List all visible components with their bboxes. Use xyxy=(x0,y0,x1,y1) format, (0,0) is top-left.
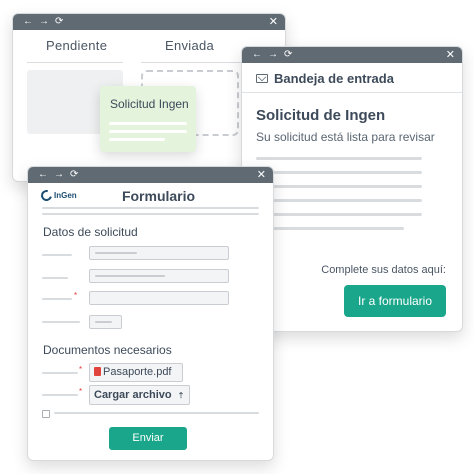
close-icon[interactable]: ✕ xyxy=(257,167,266,183)
request-card[interactable]: Solicitud Ingen xyxy=(100,86,196,152)
section-request-title: Datos de solicitud xyxy=(43,225,138,239)
tab-underline xyxy=(27,62,123,63)
form-window: ← → ⟳ ✕ InGen Formulario Datos de solici… xyxy=(27,166,274,461)
terms-checkbox[interactable] xyxy=(42,410,50,418)
go-to-form-button[interactable]: Ir a formulario xyxy=(344,285,446,317)
tab-pendiente[interactable]: Pendiente xyxy=(46,38,107,53)
reload-icon[interactable]: ⟳ xyxy=(284,47,292,63)
submit-button[interactable]: Enviar xyxy=(109,427,187,450)
message-body-line xyxy=(256,185,422,188)
close-icon[interactable]: ✕ xyxy=(269,14,278,30)
reload-icon[interactable]: ⟳ xyxy=(55,14,63,30)
forward-icon[interactable]: → xyxy=(54,167,64,183)
close-icon[interactable]: ✕ xyxy=(446,47,455,63)
text-field[interactable] xyxy=(89,269,229,283)
terms-text-line xyxy=(54,412,259,414)
message-body-line xyxy=(256,157,422,160)
message-body-line xyxy=(256,227,404,230)
request-card-title: Solicitud Ingen xyxy=(110,97,189,111)
back-icon[interactable]: ← xyxy=(252,47,262,63)
message-body-line xyxy=(256,213,422,216)
card-text-line xyxy=(109,130,187,133)
window-titlebar: ← → ⟳ ✕ xyxy=(13,14,285,30)
required-mark: * xyxy=(74,291,78,300)
message-body-line xyxy=(256,199,422,202)
message-body-line xyxy=(256,171,422,174)
back-icon[interactable]: ← xyxy=(38,167,48,183)
forward-icon[interactable]: → xyxy=(268,47,278,63)
header-line xyxy=(42,213,259,215)
divider xyxy=(242,92,462,93)
back-icon[interactable]: ← xyxy=(23,14,33,30)
header-line xyxy=(42,207,259,209)
card-text-line xyxy=(109,122,187,125)
field-label xyxy=(42,321,80,323)
required-mark: * xyxy=(79,387,83,396)
message-preview: Su solicitud está lista para revisar xyxy=(256,130,435,144)
form-title: Formulario xyxy=(121,188,196,204)
mail-icon xyxy=(256,74,268,83)
form-title-wrap: Formulario xyxy=(28,188,273,204)
window-titlebar: ← → ⟳ ✕ xyxy=(28,167,273,183)
text-field[interactable] xyxy=(89,246,229,260)
reload-icon[interactable]: ⟳ xyxy=(70,167,78,183)
tab-enviada[interactable]: Enviada xyxy=(165,38,214,53)
field-label xyxy=(42,394,78,396)
inbox-title: Bandeja de entrada xyxy=(274,71,394,86)
forward-icon[interactable]: → xyxy=(39,14,49,30)
text-field-required[interactable] xyxy=(89,291,229,305)
pdf-icon xyxy=(94,367,101,376)
message-subject: Solicitud de Ingen xyxy=(256,107,386,124)
upload-button-label: Cargar archivo xyxy=(94,389,172,401)
attached-file[interactable]: Pasaporte.pdf xyxy=(89,363,183,382)
field-label xyxy=(42,277,68,279)
inbox-window: ← → ⟳ ✕ Bandeja de entrada Solicitud de … xyxy=(241,46,463,332)
required-mark: * xyxy=(79,365,83,374)
field-label xyxy=(42,298,72,300)
field-label xyxy=(42,372,78,374)
window-titlebar: ← → ⟳ ✕ xyxy=(242,47,462,63)
attached-file-name: Pasaporte.pdf xyxy=(103,366,172,378)
cta-text: Complete sus datos aquí: xyxy=(321,264,446,276)
section-docs-title: Documentos necesarios xyxy=(43,343,172,357)
upload-button[interactable]: Cargar archivo ⇡ xyxy=(89,385,190,405)
short-field[interactable] xyxy=(89,315,122,329)
field-label xyxy=(42,254,72,256)
card-text-line xyxy=(109,138,165,141)
upload-icon: ⇡ xyxy=(177,391,185,400)
